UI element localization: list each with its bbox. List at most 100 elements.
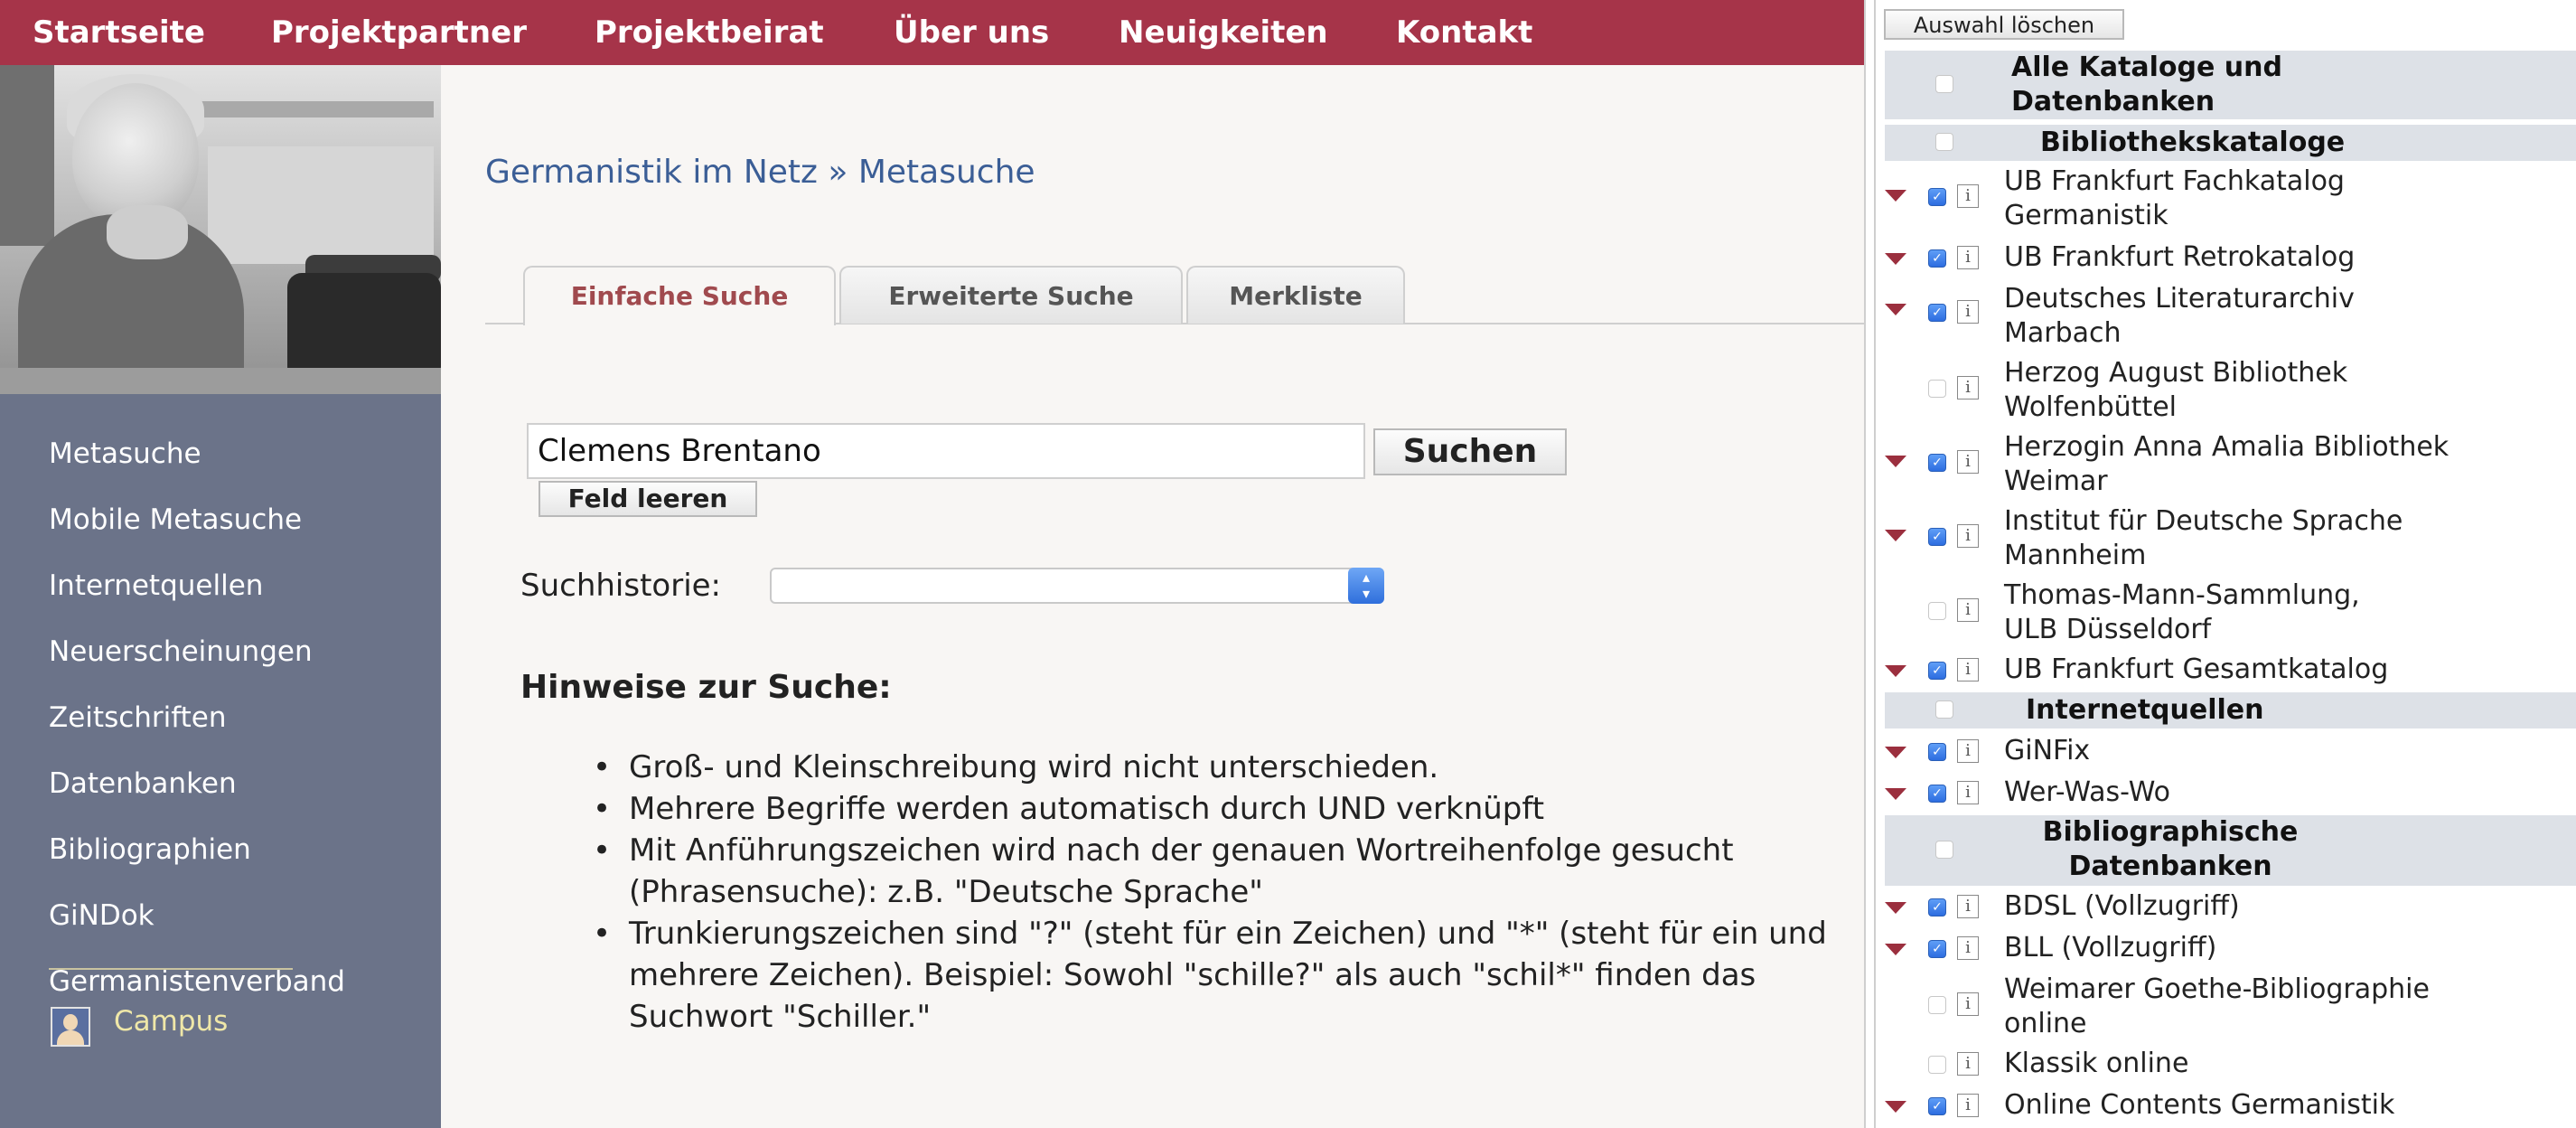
nav-startseite[interactable]: Startseite — [33, 0, 205, 65]
catalog-item: ✓ i UB Frankfurt Gesamtkatalog — [1876, 653, 2576, 689]
sidebar: Metasuche Mobile Metasuche Internetquell… — [0, 65, 441, 1128]
info-icon[interactable]: i — [1957, 450, 1979, 474]
sidebar-item-datenbanken[interactable]: Datenbanken — [49, 767, 237, 800]
info-icon[interactable]: i — [1957, 658, 1979, 682]
campus-link[interactable]: Campus — [114, 1005, 228, 1038]
checkbox[interactable] — [1928, 602, 1946, 620]
nav-ueber-uns[interactable]: Über uns — [894, 0, 1049, 65]
catalog-item: i Weimarer Goethe-Bibliographie online — [1876, 973, 2576, 1043]
search-button[interactable]: Suchen — [1373, 428, 1567, 475]
checkbox[interactable]: ✓ — [1928, 454, 1946, 472]
expand-caret-icon[interactable] — [1885, 944, 1906, 955]
info-icon[interactable]: i — [1957, 992, 1979, 1016]
checkbox[interactable]: ✓ — [1928, 898, 1946, 916]
expand-caret-icon[interactable] — [1885, 530, 1906, 541]
checkbox[interactable]: ✓ — [1928, 528, 1946, 546]
sidebar-item-mobile-metasuche[interactable]: Mobile Metasuche — [49, 503, 302, 536]
bullet-icon: • — [593, 791, 612, 827]
search-history-label: Suchhistorie: — [520, 568, 722, 604]
catalog-item: ✓ i GiNFix — [1876, 734, 2576, 770]
info-icon[interactable]: i — [1957, 781, 1979, 804]
info-icon[interactable]: i — [1957, 739, 1979, 763]
expand-caret-icon[interactable] — [1885, 665, 1906, 677]
checkbox[interactable] — [1935, 841, 1953, 859]
catalog-item: ✓ i UB Frankfurt Retrokatalog — [1876, 240, 2576, 277]
checkbox[interactable] — [1935, 133, 1953, 151]
expand-caret-icon[interactable] — [1885, 190, 1906, 202]
search-input[interactable]: Clemens Brentano — [527, 423, 1365, 479]
expand-caret-icon[interactable] — [1885, 747, 1906, 758]
checkbox[interactable]: ✓ — [1928, 304, 1946, 322]
hint-item: Mehrere Begriffe werden automatisch durc… — [629, 791, 1545, 827]
nav-kontakt[interactable]: Kontakt — [1396, 0, 1532, 65]
clear-field-button[interactable]: Feld leeren — [539, 481, 757, 517]
info-icon[interactable]: i — [1957, 936, 1979, 960]
section-header-bibliothekskataloge: Bibliothekskataloge — [1885, 125, 2576, 161]
info-icon[interactable]: i — [1957, 1094, 1979, 1117]
info-icon[interactable]: i — [1957, 246, 1979, 269]
catalog-item: i Herzog August Bibliothek Wolfenbüttel — [1876, 356, 2576, 427]
checkbox[interactable] — [1935, 700, 1953, 719]
expand-caret-icon[interactable] — [1885, 1101, 1906, 1113]
tab-erweiterte-suche[interactable]: Erweiterte Suche — [839, 266, 1183, 324]
catalog-item: ✓ i BLL (Vollzugriff) — [1876, 931, 2576, 967]
main-frame: Startseite Projektpartner Projektbeirat … — [0, 0, 1866, 1128]
catalog-item: ✓ i Herzogin Anna Amalia Bibliothek Weim… — [1876, 430, 2576, 501]
catalog-item: i Klassik online — [1876, 1047, 2576, 1083]
checkbox[interactable]: ✓ — [1928, 743, 1946, 761]
checkbox[interactable] — [1928, 1056, 1946, 1074]
nav-neuigkeiten[interactable]: Neuigkeiten — [1119, 0, 1328, 65]
select-stepper-icon: ▴ ▾ — [1348, 568, 1384, 604]
info-icon[interactable]: i — [1957, 598, 1979, 622]
catalog-item: ✓ i BDSL (Vollzugriff) — [1876, 889, 2576, 926]
tab-merkliste[interactable]: Merkliste — [1186, 266, 1405, 324]
breadcrumb[interactable]: Germanistik im Netz » Metasuche — [485, 154, 1035, 191]
nav-projektbeirat[interactable]: Projektbeirat — [595, 0, 824, 65]
checkbox[interactable] — [1928, 380, 1946, 398]
bullet-icon: • — [593, 749, 612, 785]
section-header-bibliographische-datenbanken: Bibliographische Datenbanken — [1885, 815, 2576, 886]
sidebar-item-germanistenverband[interactable]: Germanistenverband — [49, 965, 345, 998]
hint-item: Mit Anführungszeichen wird nach der gena… — [629, 832, 1734, 910]
search-history-select[interactable]: ▴ ▾ — [770, 568, 1384, 604]
top-navigation: Startseite Projektpartner Projektbeirat … — [0, 0, 1864, 65]
campus-icon[interactable] — [51, 1007, 90, 1047]
expand-caret-icon[interactable] — [1885, 253, 1906, 265]
catalog-item: ✓ i Wer-Was-Wo — [1876, 776, 2576, 812]
clear-selection-button[interactable]: Auswahl löschen — [1884, 9, 2124, 40]
info-icon[interactable]: i — [1957, 376, 1979, 400]
sidebar-item-gindok[interactable]: GiNDok — [49, 899, 155, 932]
sidebar-item-zeitschriften[interactable]: Zeitschriften — [49, 701, 227, 734]
expand-caret-icon[interactable] — [1885, 788, 1906, 800]
info-icon[interactable]: i — [1957, 1052, 1979, 1076]
catalog-item: i Thomas-Mann-Sammlung, ULB Düsseldorf — [1876, 578, 2576, 649]
expand-caret-icon[interactable] — [1885, 304, 1906, 315]
portrait-photo — [0, 65, 441, 394]
catalog-item: ✓ i UB Frankfurt Fachkatalog Germanistik — [1876, 164, 2576, 235]
sidebar-item-internetquellen[interactable]: Internetquellen — [49, 569, 263, 602]
sidebar-item-bibliographien[interactable]: Bibliographien — [49, 833, 251, 866]
checkbox[interactable]: ✓ — [1928, 785, 1946, 803]
checkbox[interactable]: ✓ — [1928, 662, 1946, 680]
checkbox[interactable]: ✓ — [1928, 249, 1946, 268]
sidebar-item-metasuche[interactable]: Metasuche — [49, 437, 201, 470]
catalog-item: ✓ i Deutsches Literaturarchiv Marbach — [1876, 282, 2576, 352]
sidebar-item-neuerscheinungen[interactable]: Neuerscheinungen — [49, 635, 313, 668]
hints-title: Hinweise zur Suche: — [520, 669, 892, 706]
expand-caret-icon[interactable] — [1885, 456, 1906, 467]
checkbox[interactable]: ✓ — [1928, 188, 1946, 206]
info-icon[interactable]: i — [1957, 895, 1979, 918]
checkbox[interactable]: ✓ — [1928, 940, 1946, 958]
checkbox[interactable] — [1935, 75, 1953, 93]
nav-projektpartner[interactable]: Projektpartner — [271, 0, 527, 65]
expand-caret-icon[interactable] — [1885, 902, 1906, 914]
info-icon[interactable]: i — [1957, 300, 1979, 324]
bullet-icon: • — [593, 832, 612, 869]
catalog-frame: Auswahl löschen Alle Kataloge und Datenb… — [1874, 0, 2576, 1128]
checkbox[interactable]: ✓ — [1928, 1097, 1946, 1115]
checkbox[interactable] — [1928, 996, 1946, 1014]
info-icon[interactable]: i — [1957, 524, 1979, 548]
tab-einfache-suche[interactable]: Einfache Suche — [523, 266, 836, 325]
info-icon[interactable]: i — [1957, 184, 1979, 208]
catalog-item: ✓ i Online Contents Germanistik — [1876, 1088, 2576, 1124]
